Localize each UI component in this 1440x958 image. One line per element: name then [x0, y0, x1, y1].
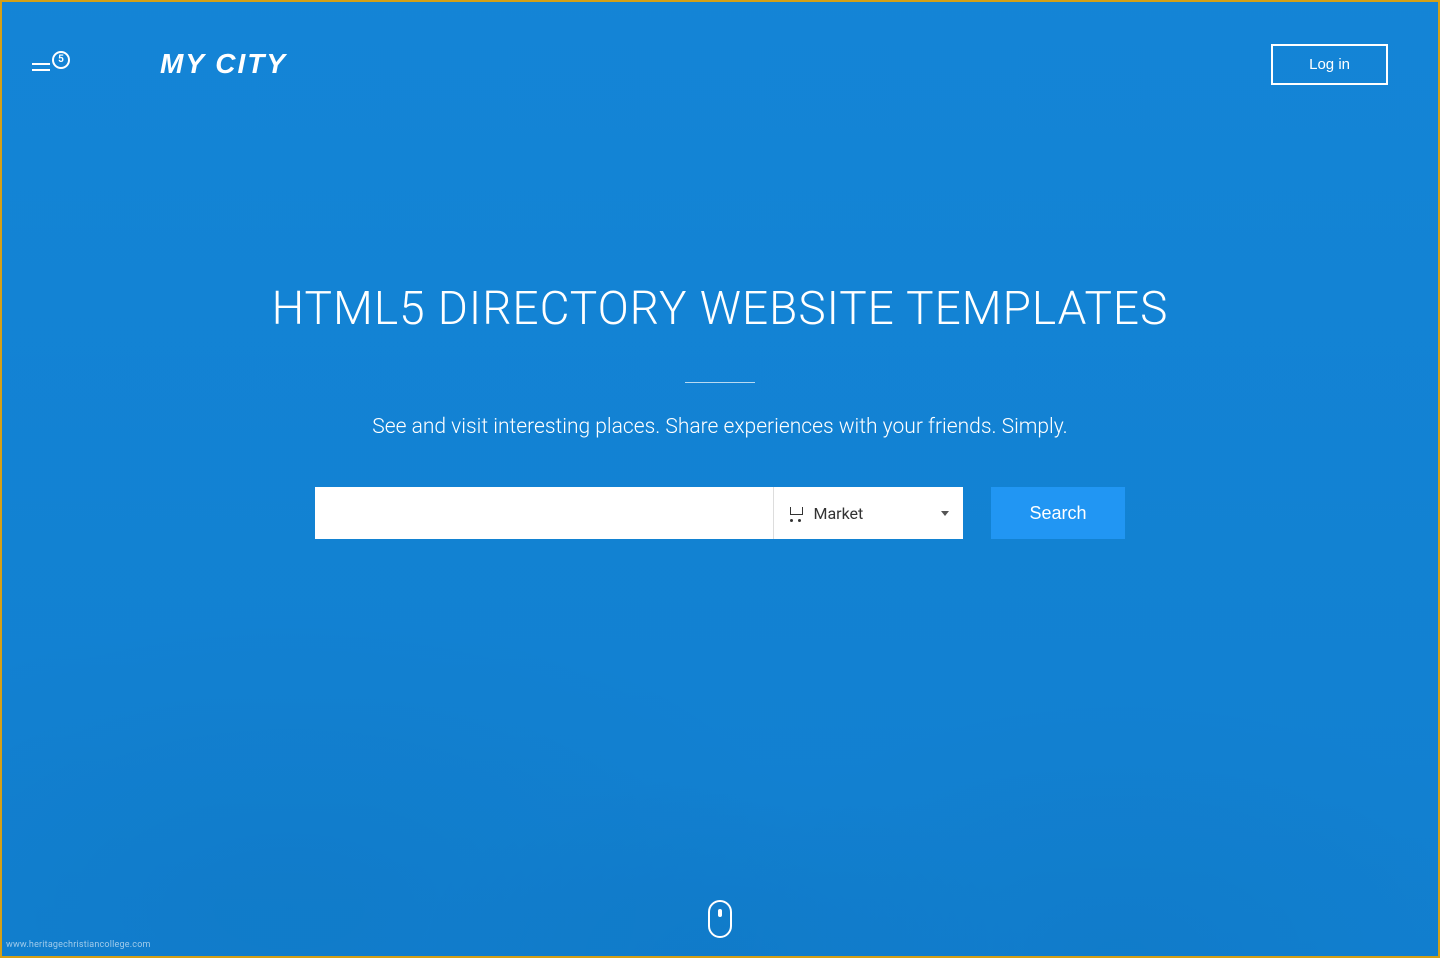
- menu-toggle[interactable]: 5: [32, 57, 70, 71]
- page-subtitle: See and visit interesting places. Share …: [372, 415, 1067, 439]
- brand-logo[interactable]: MY CITY: [160, 48, 287, 80]
- menu-icon: [32, 57, 50, 71]
- chevron-down-icon: [941, 511, 949, 516]
- search-input[interactable]: [315, 487, 773, 539]
- search-bar: Market Search: [315, 487, 1124, 539]
- top-bar: 5 MY CITY Log in: [2, 2, 1438, 92]
- notification-badge: 5: [52, 51, 70, 69]
- top-bar-left: 5 MY CITY: [32, 48, 287, 80]
- watermark-text: www.heritagechristiancollege.com: [6, 940, 151, 950]
- search-button[interactable]: Search: [991, 487, 1124, 539]
- category-selected-label: Market: [813, 504, 941, 523]
- hero-content: HTML5 DIRECTORY WEBSITE TEMPLATES See an…: [2, 282, 1438, 539]
- scroll-down-indicator[interactable]: [708, 900, 732, 938]
- title-divider: [685, 382, 755, 383]
- cart-icon: [788, 506, 803, 520]
- search-input-group: Market: [315, 487, 963, 539]
- category-select[interactable]: Market: [773, 487, 963, 539]
- login-button[interactable]: Log in: [1271, 44, 1388, 85]
- page-title: HTML5 DIRECTORY WEBSITE TEMPLATES: [272, 282, 1169, 336]
